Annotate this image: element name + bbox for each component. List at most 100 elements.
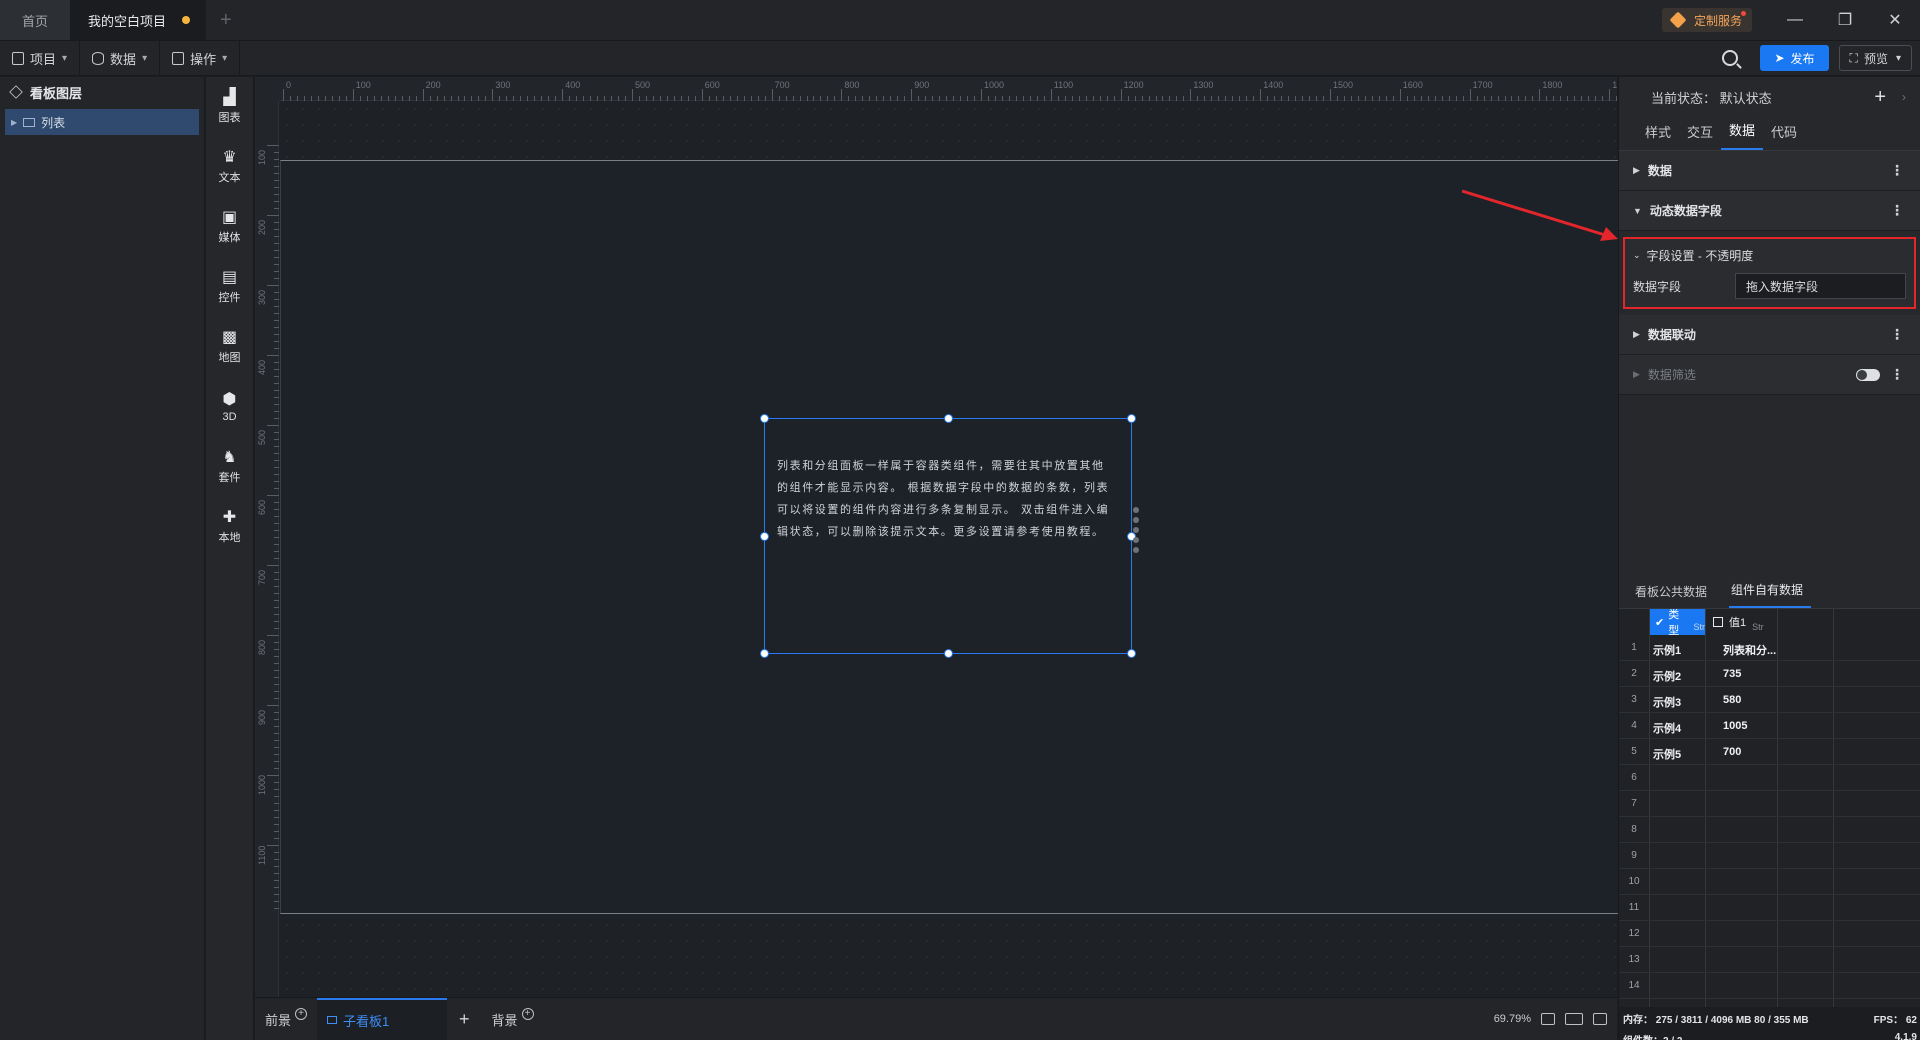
table-row[interactable]: 6 — [1619, 765, 1920, 791]
tab-interaction[interactable]: 交互 — [1679, 122, 1721, 150]
ruler-tick — [436, 96, 438, 101]
section-filter[interactable]: ▶ 数据筛选 ⋮ — [1619, 355, 1920, 395]
tab-own-data[interactable]: 组件自有数据 — [1729, 581, 1812, 608]
rail-item-3d[interactable]: ⬢ 3D — [206, 377, 253, 437]
ruler-tick — [274, 446, 279, 447]
chevron-right-icon[interactable]: › — [1902, 90, 1906, 104]
rail-item-kit[interactable]: ♞ 套件 — [206, 437, 253, 497]
custom-service-button[interactable]: 定制服务 — [1661, 8, 1752, 32]
add-state-icon[interactable]: + — [1874, 86, 1886, 109]
resize-handle-t[interactable] — [944, 414, 953, 423]
table-row[interactable]: 5 示例5 700 — [1619, 739, 1920, 765]
resize-handle-bl[interactable] — [760, 649, 769, 658]
rail-item-media[interactable]: ▣ 媒体 — [206, 197, 253, 257]
ruler-tick — [1336, 96, 1338, 101]
tab-bar: 首页 我的空白项目 + 定制服务 — ❐ ✕ — [0, 0, 1920, 40]
table-row[interactable]: 8 — [1619, 817, 1920, 843]
table-cell[interactable]: 示例1 — [1653, 642, 1681, 658]
resize-handle-tr[interactable] — [1127, 414, 1136, 423]
table-row[interactable]: 12 — [1619, 921, 1920, 947]
table-cell[interactable]: 列表和分... — [1723, 642, 1776, 658]
menu-project[interactable]: 项目 ▾ — [0, 40, 81, 76]
column-header-type[interactable]: ✔ 类型 Str — [1649, 609, 1705, 637]
add-circle-icon[interactable]: + — [521, 1008, 534, 1020]
table-cell[interactable]: 示例3 — [1653, 694, 1681, 710]
table-cell[interactable]: 示例5 — [1653, 746, 1681, 762]
more-icon[interactable]: ⋮ — [1890, 202, 1904, 219]
filter-toggle[interactable] — [1856, 368, 1880, 381]
tab-code[interactable]: 代码 — [1763, 122, 1805, 150]
table-cell[interactable]: 580 — [1723, 694, 1741, 706]
drag-dots-icon[interactable] — [1133, 507, 1139, 553]
menu-operation[interactable]: 操作 ▾ — [160, 40, 241, 76]
table-row[interactable]: 9 — [1619, 843, 1920, 869]
tab-project[interactable]: 我的空白项目 — [70, 0, 207, 40]
menu-data[interactable]: 数据 ▾ — [80, 40, 161, 76]
keyboard-icon[interactable] — [1565, 1013, 1583, 1025]
add-tab-icon[interactable]: + — [206, 0, 246, 40]
tab-sub-board[interactable]: 子看板1 — [317, 997, 448, 1040]
data-field-dropzone[interactable]: 拖入数据字段 — [1735, 273, 1906, 299]
table-row[interactable]: 1 示例1 列表和分... — [1619, 635, 1920, 661]
restore-icon[interactable]: ❐ — [1820, 0, 1870, 40]
layer-item-list[interactable]: ▶ 列表 — [5, 109, 199, 135]
close-icon[interactable]: ✕ — [1870, 0, 1920, 40]
table-row[interactable]: 4 示例4 1005 — [1619, 713, 1920, 739]
rail-item-map[interactable]: ▩ 地图 — [206, 317, 253, 377]
add-circle-icon[interactable]: + — [295, 1008, 308, 1020]
table-cell[interactable]: 700 — [1723, 746, 1741, 758]
list-widget[interactable]: 列表和分组面板一样属于容器类组件，需要往其中放置其他的组件才能显示内容。 根据数… — [760, 414, 1139, 658]
rail-item-text[interactable]: ♛ 文本 — [206, 137, 253, 197]
data-grid[interactable]: ✔ 类型 Str 值1 Str 1 示例1 列表和分... 2 示例2 735 3 示例3 58… — [1619, 609, 1920, 1007]
table-cell[interactable]: 735 — [1723, 668, 1741, 680]
section-dynamic-field[interactable]: ▼ 动态数据字段 ⋮ — [1619, 191, 1920, 231]
field-setting-header[interactable]: ⌄ 字段设置 - 不透明度 — [1633, 243, 1906, 267]
resize-handle-br[interactable] — [1127, 649, 1136, 658]
ruler-tick — [1441, 96, 1443, 101]
minimize-icon[interactable]: — — [1770, 0, 1820, 40]
resize-handle-b[interactable] — [944, 649, 953, 658]
tab-style[interactable]: 样式 — [1637, 122, 1679, 150]
table-row[interactable]: 11 — [1619, 895, 1920, 921]
table-row[interactable]: 3 示例3 580 — [1619, 687, 1920, 713]
column-header-value1[interactable]: 值1 Str — [1707, 609, 1777, 635]
table-cell[interactable]: 1005 — [1723, 720, 1747, 732]
more-icon[interactable]: ⋮ — [1890, 366, 1904, 383]
tab-front[interactable]: 前景 + — [255, 998, 317, 1040]
table-cell[interactable]: 示例4 — [1653, 720, 1681, 736]
ruler-tick — [373, 96, 375, 101]
preview-button[interactable]: ⛶ 预览 ▾ — [1838, 45, 1912, 71]
section-data[interactable]: ▶ 数据 ⋮ — [1619, 151, 1920, 191]
checkbox-icon[interactable] — [1713, 617, 1723, 627]
zoom-level[interactable]: 69.79% — [1494, 1013, 1531, 1025]
table-row[interactable]: 2 示例2 735 — [1619, 661, 1920, 687]
more-icon[interactable]: ⋮ — [1890, 162, 1904, 179]
tab-public-data[interactable]: 看板公共数据 — [1633, 583, 1715, 608]
add-sub-board-icon[interactable]: + — [447, 1009, 482, 1030]
ruler-tick — [813, 96, 815, 101]
tab-background[interactable]: 背景 + — [482, 998, 544, 1040]
rail-item-control[interactable]: ▤ 控件 — [206, 257, 253, 317]
resize-handle-l[interactable] — [760, 532, 769, 541]
resize-handle-tl[interactable] — [760, 414, 769, 423]
fit-screen-icon[interactable] — [1541, 1013, 1555, 1025]
table-row[interactable]: 14 — [1619, 973, 1920, 999]
rail-item-local[interactable]: ✚ 本地 — [206, 497, 253, 557]
search-icon[interactable] — [1722, 50, 1739, 66]
ruler-label: 1300 — [1193, 80, 1214, 90]
table-row[interactable]: 7 — [1619, 791, 1920, 817]
tab-data[interactable]: 数据 — [1721, 120, 1764, 150]
section-linkage[interactable]: ▶ 数据联动 ⋮ — [1619, 315, 1920, 355]
kit-icon: ♞ — [222, 449, 237, 466]
table-row[interactable]: 10 — [1619, 869, 1920, 895]
tab-home[interactable]: 首页 — [0, 0, 71, 40]
ruler-tick — [274, 901, 279, 902]
console-icon[interactable] — [1593, 1013, 1607, 1025]
more-icon[interactable]: ⋮ — [1890, 326, 1904, 343]
table-row[interactable]: 13 — [1619, 947, 1920, 973]
rail-item-chart[interactable]: ▟ 图表 — [206, 77, 253, 137]
ruler-tick — [1532, 96, 1534, 101]
expand-icon[interactable]: ▶ — [11, 118, 17, 127]
table-cell[interactable]: 示例2 — [1653, 668, 1681, 684]
publish-button[interactable]: ➤ 发布 — [1760, 45, 1829, 71]
